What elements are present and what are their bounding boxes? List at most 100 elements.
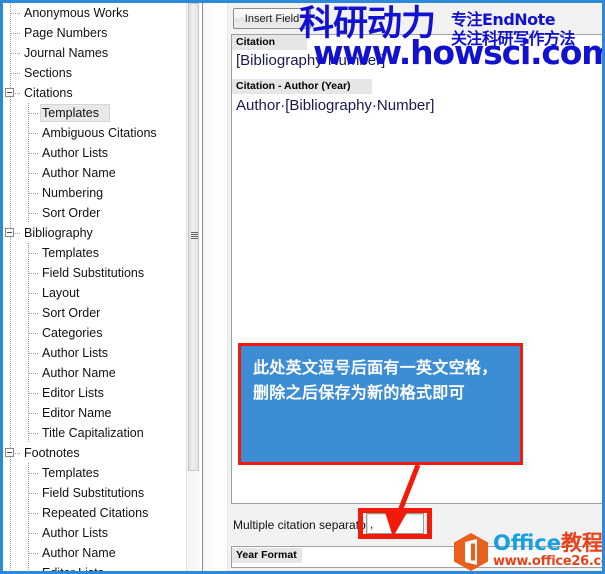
- tree-item-label: Citations: [24, 86, 73, 100]
- tree-item-layout[interactable]: Layout: [3, 283, 186, 303]
- tree-item-label: Footnotes: [24, 446, 80, 460]
- tree-item-label: Author Name: [42, 366, 116, 380]
- tree-branch-line: [29, 353, 39, 354]
- tree-branch-line: [29, 493, 39, 494]
- style-sections-tree[interactable]: Anonymous Works Page Numbers Journal Names…: [3, 3, 186, 571]
- template-line-citation[interactable]: [Bibliography·Number]: [236, 52, 385, 69]
- template-line-citation-author-year[interactable]: Author·[Bibliography·Number]: [236, 97, 434, 114]
- tree-branch-line: [11, 73, 21, 74]
- tree-item-categories[interactable]: Categories: [3, 323, 186, 343]
- tree-item-author-name[interactable]: Author Name: [3, 363, 186, 383]
- annotation-callout: 此处英文逗号后面有一英文空格，删除之后保存为新的格式即可: [238, 343, 523, 465]
- tree-item-label: Journal Names: [24, 46, 109, 60]
- tree-item-label: Sections: [24, 66, 72, 80]
- tree-branch-line: [29, 193, 39, 194]
- tree-item-journal-names[interactable]: Journal Names: [3, 43, 186, 63]
- tree-branch-line: [11, 33, 21, 34]
- tree-collapse-icon[interactable]: [5, 88, 14, 97]
- tree-branch-line: [29, 513, 39, 514]
- multiple-citation-separator-label: Multiple citation separator:: [233, 518, 374, 532]
- tree-branch-line: [29, 213, 39, 214]
- tree-branch-line: [29, 373, 39, 374]
- tree-item-label: Templates: [42, 466, 99, 480]
- tree-branch-line: [11, 13, 21, 14]
- tree-item-label: Sort Order: [42, 306, 101, 320]
- tree-item-label: Editor Name: [42, 406, 112, 420]
- citation-templates-pane: Insert Field Citation [Bibliography·Numb…: [228, 3, 602, 571]
- tree-item-label: Page Numbers: [24, 26, 108, 40]
- template-header-citation: Citation: [232, 35, 307, 50]
- endnote-style-editor-window: Anonymous Works Page Numbers Journal Names…: [0, 0, 605, 574]
- tree-branch-line: [29, 333, 39, 334]
- tree-item-templates[interactable]: Templates: [3, 243, 186, 263]
- tree-item-author-name[interactable]: Author Name: [3, 163, 186, 183]
- tree-item-author-name[interactable]: Author Name: [3, 543, 186, 563]
- tree-item-title-capitalization[interactable]: Title Capitalization: [3, 423, 186, 443]
- tree-item-editor-name[interactable]: Editor Name: [3, 403, 186, 423]
- tree-item-templates[interactable]: Templates: [3, 463, 186, 483]
- tree-item-label: Editor Lists: [42, 386, 104, 400]
- tree-item-label: Bibliography: [24, 226, 93, 240]
- tree-item-numbering[interactable]: Numbering: [3, 183, 186, 203]
- tree-item-sort-order[interactable]: Sort Order: [3, 303, 186, 323]
- tree-branch-line: [29, 253, 39, 254]
- tree-branch-line: [29, 153, 39, 154]
- tree-branch-line: [29, 133, 39, 134]
- tree-item-page-numbers[interactable]: Page Numbers: [3, 23, 186, 43]
- tree-item-label: Layout: [42, 286, 80, 300]
- tree-item-label: Anonymous Works: [24, 6, 129, 20]
- tree-item-label: Field Substitutions: [42, 266, 145, 280]
- tree-item-author-lists[interactable]: Author Lists: [3, 523, 186, 543]
- multiple-citation-separator-input[interactable]: [366, 513, 424, 534]
- tree-branch-line: [29, 313, 39, 314]
- tree-item-footnotes[interactable]: Footnotes: [3, 443, 186, 463]
- insert-field-button[interactable]: Insert Field: [233, 8, 311, 29]
- tree-item-label: Field Substitutions: [42, 486, 145, 500]
- tree-item-label: Templates: [42, 106, 99, 120]
- tree-item-label: Ambiguous Citations: [42, 126, 157, 140]
- tree-item-label: Author Lists: [42, 146, 109, 160]
- tree-branch-line: [29, 433, 39, 434]
- tree-item-repeated-citations[interactable]: Repeated Citations: [3, 503, 186, 523]
- tree-item-bibliography[interactable]: Bibliography: [3, 223, 186, 243]
- tree-vertical-scrollbar[interactable]: [186, 3, 200, 571]
- tree-item-templates[interactable]: Templates: [3, 103, 186, 123]
- tree-item-label: Numbering: [42, 186, 104, 200]
- tree-item-author-lists[interactable]: Author Lists: [3, 343, 186, 363]
- tree-collapse-icon[interactable]: [5, 228, 14, 237]
- pane-splitter[interactable]: [200, 3, 228, 571]
- tree-item-citations[interactable]: Citations: [3, 83, 186, 103]
- tree-item-ambiguous-citations[interactable]: Ambiguous Citations: [3, 123, 186, 143]
- tree-branch-line: [29, 273, 39, 274]
- tree-branch-line: [29, 413, 39, 414]
- tree-item-anonymous-works[interactable]: Anonymous Works: [3, 3, 186, 23]
- tree-item-label: Sort Order: [42, 206, 101, 220]
- tree-item-field-substitutions[interactable]: Field Substitutions: [3, 263, 186, 283]
- tree-collapse-icon[interactable]: [5, 448, 14, 457]
- tree-item-label: Repeated Citations: [42, 506, 149, 520]
- tree-branch-line: [29, 553, 39, 554]
- tree-item-sections[interactable]: Sections: [3, 63, 186, 83]
- tree-trunk-line-level2: [28, 563, 29, 571]
- tree-branch-line: [29, 113, 39, 114]
- tree-scrollbar-thumb[interactable]: [188, 3, 199, 471]
- tree-item-label: Author Lists: [42, 346, 109, 360]
- template-header-citation-author-year: Citation - Author (Year): [232, 79, 372, 94]
- tree-branch-line: [29, 533, 39, 534]
- tree-branch-line: [29, 393, 39, 394]
- year-format-section[interactable]: Year Format: [231, 546, 602, 568]
- tree-item-label: Author Lists: [42, 526, 109, 540]
- tree-branch-line: [29, 473, 39, 474]
- tree-item-author-lists[interactable]: Author Lists: [3, 143, 186, 163]
- tree-item-sort-order[interactable]: Sort Order: [3, 203, 186, 223]
- tree-branch-line: [11, 53, 21, 54]
- multiple-citation-separator-row: Multiple citation separator:: [231, 508, 602, 545]
- tree-item-label: Categories: [42, 326, 103, 340]
- year-format-header: Year Format: [232, 548, 302, 563]
- tree-item-editor-lists[interactable]: Editor Lists: [3, 383, 186, 403]
- tree-item-label: Editor Lists: [42, 563, 104, 571]
- tree-item-label: Author Name: [42, 166, 116, 180]
- tree-item-field-substitutions[interactable]: Field Substitutions: [3, 483, 186, 503]
- tree-branch-line: [29, 173, 39, 174]
- tree-item-editor-lists[interactable]: Editor Lists: [3, 563, 186, 571]
